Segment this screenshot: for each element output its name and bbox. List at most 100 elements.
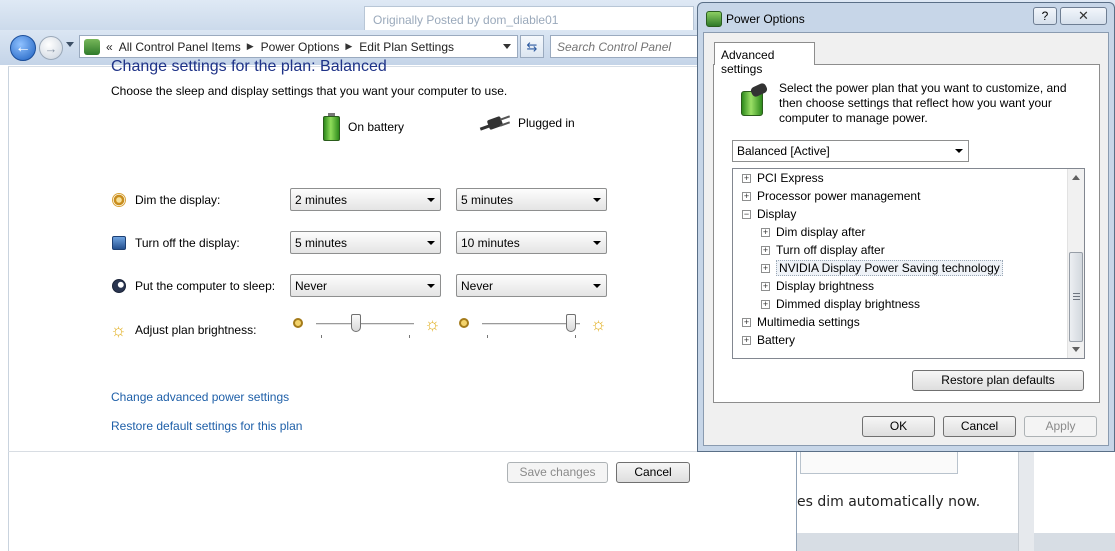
sleep-battery-select[interactable]: Never [290,274,441,297]
recent-pages-dropdown[interactable] [66,42,74,47]
turn-off-display-plugged-value: 10 minutes [461,236,520,250]
tree-item-pci-express[interactable]: + PCI Express [742,169,824,187]
power-options-dialog: Power Options ? ✕ Advanced settings Sele… [697,2,1115,452]
tree-scrollbar[interactable] [1067,169,1084,358]
expand-icon[interactable]: + [761,263,770,273]
dropdown-arrow-icon [593,198,601,202]
restore-plan-defaults-button[interactable]: Restore plan defaults [912,370,1084,391]
breadcrumb-chevron-icon[interactable]: ▶ [345,41,352,52]
dim-display-icon [112,193,126,207]
back-arrow-icon: ← [15,39,31,56]
dropdown-arrow-icon [955,149,963,153]
brightness-battery-slider[interactable] [316,314,414,338]
turn-off-display-battery-select[interactable]: 5 minutes [290,231,441,254]
on-battery-label: On battery [348,120,405,134]
tree-item-processor-power-management[interactable]: + Processor power management [742,187,920,205]
expand-icon[interactable]: + [742,191,751,201]
refresh-button[interactable]: ⇆ [520,35,544,58]
address-dropdown-icon[interactable] [503,44,511,49]
expand-icon[interactable]: + [761,227,770,237]
breadcrumb-all-control-panel-items[interactable]: All Control Panel Items [119,40,241,54]
expand-icon[interactable]: + [761,245,770,255]
tree-item-label: NVIDIA Display Power Saving technology [776,260,1003,276]
tree-item-label: Display brightness [776,279,875,293]
tree-item-display[interactable]: − Display [742,205,796,223]
tree-item-label: Dim display after [776,225,866,239]
tree-item-label: Display [757,207,797,221]
power-options-icon [706,11,722,27]
scrollbar-thumb[interactable] [1069,252,1083,342]
background-text: es dim automatically now. [797,494,981,510]
breadcrumb-power-options[interactable]: Power Options [261,40,340,54]
help-button[interactable]: ? [1033,7,1057,25]
background-footer [797,533,1115,551]
advanced-settings-panel: Select the power plan that you want to c… [713,64,1100,403]
expand-icon[interactable]: + [742,317,751,327]
forward-button[interactable]: → [39,36,63,60]
sleep-label: Put the computer to sleep: [135,279,276,293]
expand-icon[interactable]: + [761,299,770,309]
turn-off-display-plugged-select[interactable]: 10 minutes [456,231,607,254]
tree-item-multimedia-settings[interactable]: + Multimedia settings [742,313,860,331]
breadcrumb-overflow[interactable]: « [106,40,113,54]
dim-display-plugged-select[interactable]: 5 minutes [456,188,607,211]
turn-off-display-icon [112,236,126,250]
brightness-low-icon [293,318,303,328]
restore-defaults-link[interactable]: Restore default settings for this plan [111,419,302,433]
dim-display-label: Dim the display: [135,193,221,207]
power-plan-select[interactable]: Balanced [Active] [732,140,969,162]
apply-button[interactable]: Apply [1024,416,1097,437]
ok-button[interactable]: OK [862,416,935,437]
expand-icon[interactable]: + [742,173,751,183]
tree-item-dimmed-display-brightness[interactable]: + Dimmed display brightness [761,295,920,313]
dim-display-battery-select[interactable]: 2 minutes [290,188,441,211]
scroll-down-arrow-icon[interactable] [1072,347,1080,352]
dialog-title: Power Options [726,12,805,26]
tree-item-display-brightness[interactable]: + Display brightness [761,277,874,295]
dropdown-arrow-icon [593,241,601,245]
slider-tick [409,335,410,338]
brightness-plugged-slider[interactable] [482,314,580,338]
tab-advanced-settings[interactable]: Advanced settings [714,42,815,76]
slider-tick [487,335,488,338]
tree-item-label: Turn off display after [776,243,885,257]
address-bar[interactable]: « All Control Panel Items ▶ Power Option… [79,35,518,58]
power-plug-icon [479,113,511,133]
tree-item-turn-off-display-after[interactable]: + Turn off display after [761,241,885,259]
slider-tick [321,335,322,338]
tree-item-dim-display-after[interactable]: + Dim display after [761,223,865,241]
expand-icon[interactable]: + [742,335,751,345]
tree-item-label: Dimmed display brightness [776,297,921,311]
scroll-grip [1073,299,1080,300]
change-advanced-settings-link[interactable]: Change advanced power settings [111,390,289,404]
tree-item-battery[interactable]: + Battery [742,331,795,349]
cancel-button[interactable]: Cancel [616,462,690,483]
brightness-high-icon: ☼ [424,314,441,334]
page-title: Change settings for the plan: Balanced [111,58,387,75]
page-subtitle: Choose the sleep and display settings th… [111,84,508,98]
dialog-cancel-button[interactable]: Cancel [943,416,1016,437]
settings-tree[interactable]: + PCI Express + Processor power manageme… [732,168,1085,359]
battery-icon [323,113,340,141]
slider-thumb[interactable] [566,314,576,332]
brightness-low-icon [459,318,469,328]
power-plan-icon [737,82,769,117]
scroll-up-arrow-icon[interactable] [1072,175,1080,180]
sleep-battery-value: Never [295,279,328,293]
slider-tick [575,335,576,338]
plugged-in-label: Plugged in [518,116,575,130]
expand-icon[interactable]: + [761,281,770,291]
dialog-intro-text: Select the power plan that you want to c… [779,81,1067,125]
tree-item-nvidia-power-saving[interactable]: + NVIDIA Display Power Saving technology [761,259,1003,277]
slider-thumb[interactable] [351,314,361,332]
collapse-icon[interactable]: − [742,209,751,219]
close-button[interactable]: ✕ [1060,7,1107,25]
breadcrumb-edit-plan-settings[interactable]: Edit Plan Settings [359,40,454,54]
turn-off-display-label: Turn off the display: [135,236,240,250]
breadcrumb-chevron-icon[interactable]: ▶ [247,41,254,52]
sleep-plugged-select[interactable]: Never [456,274,607,297]
brightness-high-icon: ☼ [590,314,607,334]
save-changes-button[interactable]: Save changes [507,462,608,483]
divider [8,451,797,452]
back-button[interactable]: ← [10,35,36,61]
